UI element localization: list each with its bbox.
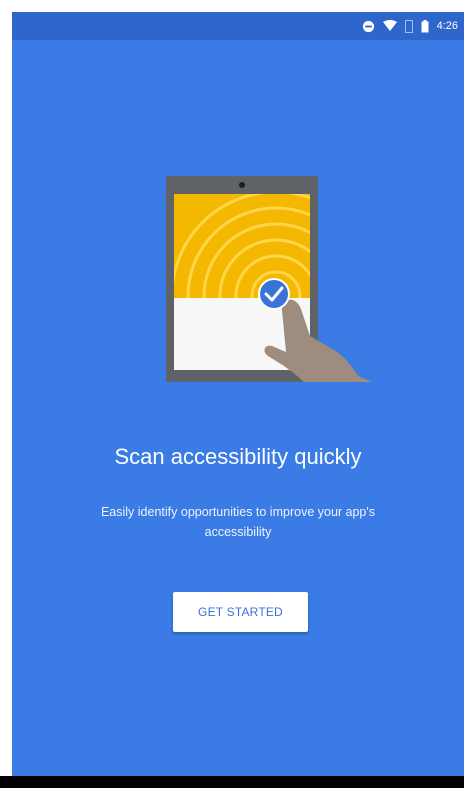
signal-icon — [404, 19, 413, 33]
status-icons: 4:26 — [362, 18, 458, 34]
wifi-icon — [382, 20, 397, 31]
onboarding-title: Scan accessibility quickly — [114, 444, 362, 469]
navigation-bar — [0, 776, 464, 788]
minus-circle-icon — [362, 20, 374, 32]
onboarding-subtitle: Easily identify opportunities to improve… — [100, 505, 376, 539]
status-time: 4:26 — [436, 20, 458, 32]
tablet-camera-icon — [239, 182, 245, 188]
check-badge-icon — [258, 278, 290, 310]
app-screen: 4:26 Scan accessibility quickly Easily i… — [12, 12, 464, 778]
status-bar: 4:26 — [12, 12, 464, 40]
device-frame: 4:26 Scan accessibility quickly Easily i… — [0, 0, 464, 788]
scan-illustration — [166, 176, 372, 382]
battery-icon — [421, 19, 429, 32]
get-started-button[interactable]: GET STARTED — [173, 592, 308, 632]
